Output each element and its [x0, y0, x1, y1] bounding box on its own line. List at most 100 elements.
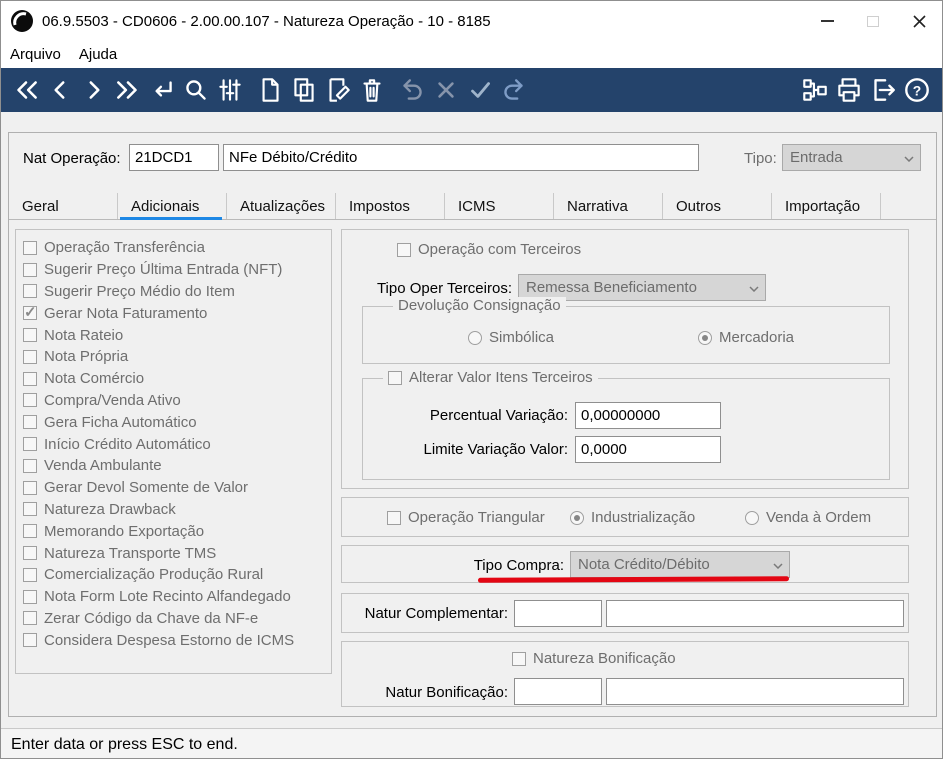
alterar-valor-label: Alterar Valor Itens Terceiros: [409, 369, 593, 386]
checkbox: [23, 262, 37, 277]
tab[interactable]: Outros: [663, 193, 772, 219]
svg-text:?: ?: [913, 82, 922, 98]
tab[interactable]: Atualizações: [227, 193, 336, 219]
close-icon: [912, 14, 926, 28]
limite-variacao-label: Limite Variação Valor:: [423, 441, 568, 458]
natur-complementar-label: Natur Complementar:: [364, 605, 508, 622]
bonificacao-groupbox: Natureza Bonificação Natur Bonificação:: [341, 641, 909, 707]
maximize-button: [850, 1, 896, 41]
search-icon[interactable]: [179, 74, 213, 106]
enter-icon[interactable]: [145, 74, 179, 106]
natur-complementar-code-input[interactable]: [514, 600, 602, 627]
nat-operacao-code-input[interactable]: [129, 144, 219, 171]
checkbox-row: Considera Despesa Estorno de ICMS: [23, 629, 294, 651]
first-record-icon[interactable]: [9, 74, 43, 106]
checkbox-label: Gerar Devol Somente de Valor: [44, 479, 248, 497]
minimize-icon: [820, 20, 834, 22]
status-bar: Enter data or press ESC to end.: [1, 728, 942, 758]
menu-arquivo[interactable]: Arquivo: [1, 43, 70, 66]
tab[interactable]: Geral: [9, 193, 118, 219]
related-queries-icon[interactable]: [798, 74, 832, 106]
alterar-valor-groupbox: Alterar Valor Itens Terceiros Percentual…: [362, 369, 890, 480]
checkbox-label: Nota Comércio: [44, 370, 145, 388]
chevron-down-icon: [904, 156, 914, 162]
tab[interactable]: Impostos: [336, 193, 445, 219]
menu-ajuda[interactable]: Ajuda: [70, 43, 126, 66]
checkbox-row: Gerar Devol Somente de Valor: [23, 477, 294, 499]
checkbox-row: Gera Ficha Automático: [23, 411, 294, 433]
checkbox-row: Memorando Exportação: [23, 520, 294, 542]
checkbox-row: Sugerir Preço Última Entrada (NFT): [23, 259, 294, 281]
percentual-variacao-input[interactable]: [575, 402, 721, 429]
delete-icon[interactable]: [355, 74, 389, 106]
operacao-terceiros-label: Operação com Terceiros: [418, 241, 582, 258]
nat-operacao-desc-input[interactable]: [223, 144, 699, 171]
nat-operacao-label: Nat Operação:: [23, 150, 121, 167]
copy-document-icon[interactable]: [287, 74, 321, 106]
operacao-triangular-label: Operação Triangular: [408, 509, 545, 526]
operacao-terceiros-checkbox: [397, 242, 411, 257]
tab-label: Geral: [22, 197, 59, 215]
checkbox-row: Sugerir Preço Médio do Item: [23, 281, 294, 303]
tab[interactable]: Adicionais: [118, 193, 227, 220]
previous-record-icon[interactable]: [43, 74, 77, 106]
natur-complementar-desc-input[interactable]: [606, 600, 904, 627]
close-button[interactable]: [896, 1, 942, 41]
last-record-icon[interactable]: [111, 74, 145, 106]
new-document-icon[interactable]: [253, 74, 287, 106]
tab[interactable]: Importação: [772, 193, 881, 219]
checkbox: [23, 633, 37, 648]
checkbox-label: Memorando Exportação: [44, 522, 205, 540]
natur-bonificacao-code-input[interactable]: [514, 678, 602, 705]
checkbox-row: Nota Form Lote Recinto Alfandegado: [23, 586, 294, 608]
checkbox-row: Nota Própria: [23, 346, 294, 368]
checkbox-label: Sugerir Preço Médio do Item: [44, 282, 235, 300]
tipo-compra-value: Nota Crédito/Débito: [578, 556, 710, 573]
toolbar: ?: [1, 68, 942, 112]
natureza-bonificacao-label: Natureza Bonificação: [533, 650, 676, 667]
tab-strip: Geral Adicionais Atualizações Impostos I…: [9, 193, 936, 220]
checkbox-label: Operação Transferência: [44, 239, 205, 257]
help-icon[interactable]: ?: [900, 74, 934, 106]
triangular-groupbox: Operação Triangular Industrialização Ven…: [341, 497, 909, 537]
mercadoria-radio-row: Mercadoria: [698, 329, 794, 346]
next-record-icon[interactable]: [77, 74, 111, 106]
edit-document-icon[interactable]: [321, 74, 355, 106]
tipo-select-value: Entrada: [790, 149, 843, 166]
checkbox: [23, 437, 37, 452]
filter-icon[interactable]: [213, 74, 247, 106]
chevron-down-icon: [749, 286, 759, 292]
simbolica-label: Simbólica: [489, 329, 555, 346]
industrializacao-radio: [570, 510, 584, 525]
operacao-terceiros-row: Operação com Terceiros: [397, 241, 581, 258]
simbolica-radio-row: Simbólica: [468, 329, 554, 346]
natur-bonificacao-desc-input[interactable]: [606, 678, 904, 705]
minimize-button[interactable]: [804, 1, 850, 41]
checkbox-label: Venda Ambulante: [44, 457, 162, 475]
tab-label: Atualizações: [240, 197, 326, 215]
checkbox: [23, 480, 37, 495]
tab[interactable]: ICMS: [445, 193, 554, 219]
tab[interactable]: Narrativa: [554, 193, 663, 219]
window-title: 06.9.5503 - CD0606 - 2.00.00.107 - Natur…: [42, 12, 491, 30]
chevron-down-icon: [773, 563, 783, 569]
tipo-oper-terceiros-value: Remessa Beneficiamento: [526, 279, 697, 296]
application-window: 06.9.5503 - CD0606 - 2.00.00.107 - Natur…: [0, 0, 943, 759]
checklist: Operação Transferência Sugerir Preço Últ…: [23, 237, 294, 651]
app-icon: [11, 10, 33, 32]
tipo-compra-label: Tipo Compra:: [473, 557, 564, 574]
checkbox: [23, 371, 37, 386]
print-icon[interactable]: [832, 74, 866, 106]
checkbox: [23, 546, 37, 561]
exit-icon[interactable]: [866, 74, 900, 106]
venda-ordem-radio-row: Venda à Ordem: [745, 509, 871, 526]
tab-label: ICMS: [458, 197, 496, 215]
natur-complementar-groupbox: Natur Complementar:: [341, 593, 909, 633]
checkbox: [23, 415, 37, 430]
limite-variacao-input[interactable]: [575, 436, 721, 463]
natureza-bonificacao-checkbox: [512, 651, 526, 666]
checkbox: [23, 328, 37, 343]
tipo-oper-terceiros-label: Tipo Oper Terceiros:: [376, 280, 512, 297]
checkbox-row: Início Crédito Automático: [23, 433, 294, 455]
checkbox-label: Sugerir Preço Última Entrada (NFT): [44, 261, 283, 279]
